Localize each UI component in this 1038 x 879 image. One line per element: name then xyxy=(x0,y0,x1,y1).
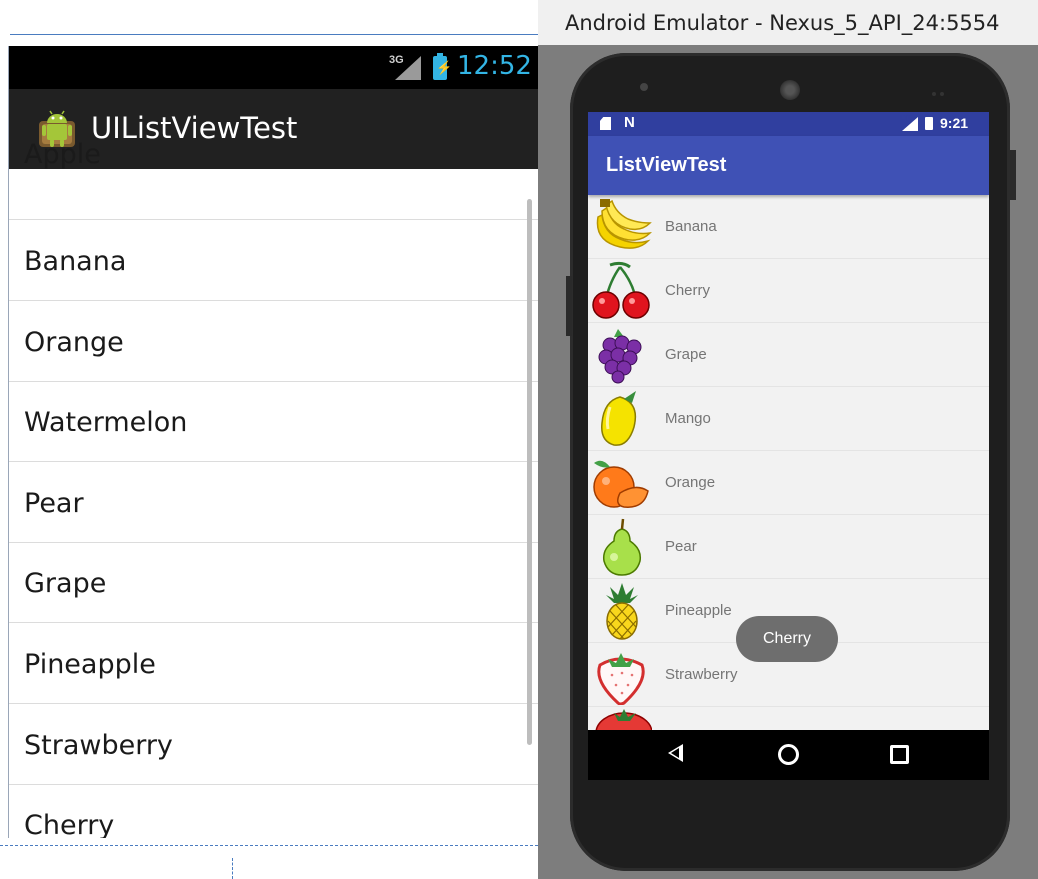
grape-icon xyxy=(598,329,642,384)
list-item-label: Pear xyxy=(665,538,697,555)
list-item-label: Cherry xyxy=(665,282,711,299)
battery-icon xyxy=(925,117,933,130)
list-item[interactable]: Cherry xyxy=(9,784,539,838)
list-item[interactable]: Apple xyxy=(9,139,539,220)
device-screen: N LTE 9:21 ListViewTest Banana Cherry Gr… xyxy=(588,112,989,780)
sensor-icon xyxy=(932,83,950,96)
home-icon[interactable] xyxy=(778,744,799,765)
divider-line-top xyxy=(10,34,538,35)
list-item[interactable]: Cherry xyxy=(588,259,989,323)
list-item-label: Strawberry xyxy=(665,666,738,683)
speaker-icon xyxy=(780,80,800,100)
list-item[interactable]: Grape xyxy=(588,323,989,387)
banana-icon xyxy=(596,199,652,249)
network-type: LTE xyxy=(900,115,913,122)
app-title: ListViewTest xyxy=(606,154,727,176)
list-item-label: Grape xyxy=(665,346,707,363)
volume-button[interactable] xyxy=(566,276,572,336)
cherry-icon xyxy=(592,261,650,319)
list-item[interactable]: Pineapple xyxy=(9,623,539,704)
camera-icon xyxy=(640,83,648,91)
scrollbar[interactable] xyxy=(527,199,532,745)
navigation-bar xyxy=(588,730,989,780)
list-item[interactable]: Grape xyxy=(9,542,539,623)
emulator-window: Android Emulator - Nexus_5_API_24:5554 N… xyxy=(538,0,1038,879)
list-item[interactable]: Pear xyxy=(9,462,539,543)
list-item-label: Orange xyxy=(665,474,716,491)
toast-message: Cherry xyxy=(736,616,838,662)
window-titlebar: Android Emulator - Nexus_5_API_24:5554 xyxy=(538,0,1038,45)
list-item[interactable]: Mango xyxy=(588,387,989,451)
window-title: Android Emulator - Nexus_5_API_24:5554 xyxy=(565,11,1000,35)
list-item[interactable]: Pear xyxy=(588,515,989,579)
app-bar: ListViewTest xyxy=(588,136,989,195)
list-item[interactable]: Watermelon xyxy=(9,381,539,462)
notification-n-icon: N xyxy=(624,114,635,131)
sd-card-icon xyxy=(600,117,611,130)
orange-icon xyxy=(593,460,649,508)
recent-apps-icon[interactable] xyxy=(890,745,909,764)
status-bar: 3G ⚡ 12:52 xyxy=(9,46,539,89)
status-bar: N LTE 9:21 xyxy=(588,112,989,136)
list-item-label: Mango xyxy=(665,410,711,427)
list-item[interactable]: Strawberry xyxy=(9,704,539,785)
mango-icon xyxy=(601,391,637,446)
list-item-label: Banana xyxy=(665,218,717,235)
pineapple-icon xyxy=(606,583,638,640)
list-item[interactable]: Banana xyxy=(9,220,539,301)
legacy-device-screen: 3G ⚡ 12:52 UIListViewTest Apple Banana O… xyxy=(8,46,539,838)
list-item-label: Pineapple xyxy=(665,602,732,619)
divider-line-bottom xyxy=(0,845,538,846)
list-item[interactable]: Banana xyxy=(588,195,989,259)
list-item[interactable]: Orange xyxy=(9,301,539,382)
strawberry-icon xyxy=(597,653,645,705)
divider-tick xyxy=(232,858,233,879)
list-item[interactable]: Orange xyxy=(588,451,989,515)
power-button[interactable] xyxy=(1010,150,1016,200)
status-clock: 12:52 xyxy=(457,51,532,81)
battery-charging-icon: ⚡ xyxy=(433,53,452,80)
pear-icon xyxy=(602,518,642,576)
status-clock: 9:21 xyxy=(940,115,969,131)
back-icon[interactable] xyxy=(668,744,683,762)
